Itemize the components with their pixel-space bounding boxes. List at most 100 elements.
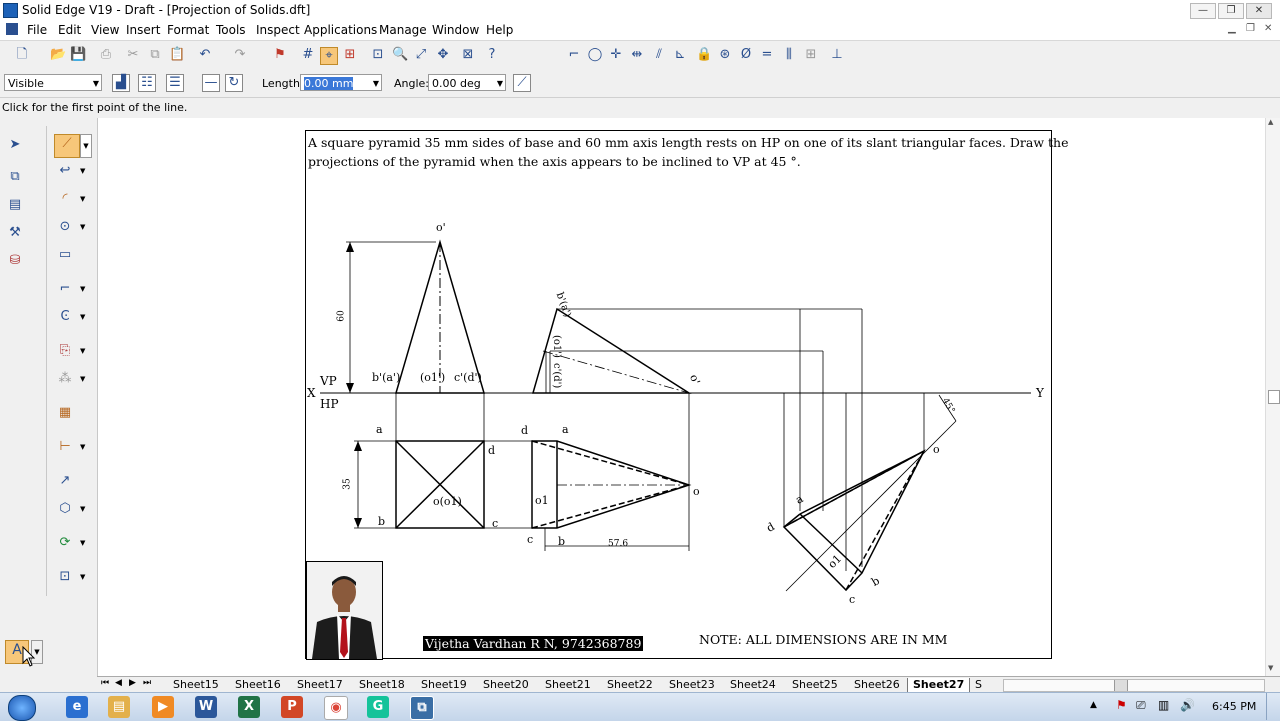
tab-sheet22[interactable]: Sheet22	[607, 678, 653, 692]
collinear-icon[interactable]: ⊞	[803, 47, 819, 63]
circle-tool-icon[interactable]: ⊙	[56, 218, 74, 236]
doc-close-button[interactable]: ✕	[1264, 23, 1272, 34]
scroll-up-icon[interactable]: ▲	[1268, 118, 1273, 126]
last-sheet-icon[interactable]: ⏭	[143, 678, 151, 688]
chevron-down-icon[interactable]: ▼	[80, 573, 85, 581]
chevron-down-icon[interactable]: ▼	[80, 375, 85, 383]
tab-sheet26[interactable]: Sheet26	[854, 678, 900, 692]
zoom-area-icon[interactable]: ⊡	[370, 47, 386, 63]
intellisketch-icon[interactable]: ⊞	[342, 47, 358, 63]
chevron-down-icon[interactable]: ▼	[80, 505, 85, 513]
refresh-tool-icon[interactable]: ⟳	[56, 534, 74, 552]
horizontal-icon[interactable]: ⇹	[629, 47, 645, 63]
tray-device-icon[interactable]: ⎚	[1136, 698, 1146, 713]
tab-sheet18[interactable]: Sheet18	[359, 678, 405, 692]
perpendicular-icon[interactable]: ⊾	[672, 47, 688, 63]
save-icon[interactable]: 💾	[70, 47, 86, 63]
chevron-down-icon[interactable]: ▼	[80, 285, 85, 293]
horizontal-scroll-thumb[interactable]	[1114, 680, 1128, 691]
tray-volume-icon[interactable]: 🔊	[1180, 698, 1195, 712]
menu-manage[interactable]: Manage	[379, 23, 427, 37]
tab-sheet20[interactable]: Sheet20	[483, 678, 529, 692]
connect-icon[interactable]: ⊛	[717, 47, 733, 63]
ie-icon[interactable]: e	[66, 696, 88, 718]
print-icon[interactable]: ⎙	[98, 47, 114, 63]
symmetric-icon[interactable]: ⫼	[781, 47, 797, 63]
tray-flag-icon[interactable]: ⚑	[1116, 698, 1127, 712]
circle-snap-icon[interactable]: ◯	[587, 47, 603, 63]
length-input[interactable]: 0.00 mm ▼	[300, 74, 382, 91]
doc-minimize-button[interactable]: ▁	[1228, 23, 1236, 34]
grammarly-icon[interactable]: G	[367, 696, 389, 718]
show-desktop-button[interactable]	[1266, 693, 1280, 720]
chevron-down-icon[interactable]: ▼	[80, 134, 92, 158]
part-tool-icon[interactable]: ⬡	[56, 500, 74, 518]
layers-icon[interactable]: ▤	[6, 196, 24, 214]
chevron-down-icon[interactable]: ▼	[80, 167, 85, 175]
menu-help[interactable]: Help	[486, 23, 513, 37]
document-icon[interactable]	[6, 23, 18, 35]
scroll-down-icon[interactable]: ▼	[1268, 664, 1273, 672]
help-pointer-icon[interactable]: ?	[484, 47, 500, 63]
line-mode-icon[interactable]: —	[202, 74, 220, 92]
library-icon[interactable]: ⛁	[6, 252, 24, 270]
open-icon[interactable]: 📂	[50, 47, 66, 63]
chevron-down-icon[interactable]: ▼	[80, 539, 85, 547]
menu-file[interactable]: File	[27, 23, 47, 37]
chrome-icon[interactable]: ◉	[324, 696, 348, 720]
chevron-down-icon[interactable]: ▼	[80, 347, 85, 355]
curve-tool-icon[interactable]: ↩	[56, 162, 74, 180]
close-button[interactable]: ✕	[1246, 3, 1272, 19]
horizontal-scrollbar[interactable]	[1003, 679, 1265, 692]
menu-inspect[interactable]: Inspect	[256, 23, 300, 37]
powerpoint-icon[interactable]: P	[281, 696, 303, 718]
scroll-thumb[interactable]	[1268, 390, 1280, 404]
minimize-button[interactable]: —	[1190, 3, 1216, 19]
line-width-icon[interactable]: ☰	[166, 74, 184, 92]
projection-line-icon[interactable]: ⟋	[513, 74, 531, 92]
tangent-icon[interactable]: Ø	[738, 47, 754, 63]
tab-sheet23[interactable]: Sheet23	[669, 678, 715, 692]
paste-icon[interactable]: 📋	[169, 47, 185, 63]
chevron-down-icon[interactable]: ▼	[80, 195, 85, 203]
prev-sheet-icon[interactable]: ◀	[115, 678, 122, 688]
menu-window[interactable]: Window	[432, 23, 479, 37]
excel-icon[interactable]: X	[238, 696, 260, 718]
zoom-sheet-icon[interactable]: ⊠	[460, 47, 476, 63]
vertical-scrollbar[interactable]: ▲ ▼	[1265, 118, 1280, 676]
tab-sheet24[interactable]: Sheet24	[730, 678, 776, 692]
lock-icon[interactable]: 🔒	[696, 47, 712, 63]
cut-icon[interactable]: ✂	[125, 47, 141, 63]
color-icon[interactable]: ▟	[112, 74, 130, 92]
tab-sheet25[interactable]: Sheet25	[792, 678, 838, 692]
start-button[interactable]	[8, 695, 36, 721]
drawing-sheet[interactable]: A square pyramid 35 mm sides of base and…	[305, 130, 1069, 660]
undo-icon[interactable]: ↶	[197, 47, 213, 63]
flag-icon[interactable]: ⚑	[272, 47, 288, 63]
zoom-icon[interactable]: 🔍	[392, 47, 408, 63]
restore-button[interactable]: ❐	[1218, 3, 1244, 19]
tab-sheet17[interactable]: Sheet17	[297, 678, 343, 692]
next-sheet-icon[interactable]: ▶	[129, 678, 136, 688]
doc-restore-button[interactable]: ❐	[1246, 23, 1255, 34]
menu-view[interactable]: View	[91, 23, 119, 37]
chevron-down-icon[interactable]: ▼	[80, 313, 85, 321]
menu-applications[interactable]: Applications	[304, 23, 377, 37]
tab-sheet15[interactable]: Sheet15	[173, 678, 219, 692]
tray-clock[interactable]: 6:45 PM	[1212, 700, 1256, 713]
tray-expand-icon[interactable]: ▲	[1090, 700, 1097, 710]
solid-edge-taskbar-icon[interactable]: ⧉	[410, 696, 434, 720]
explorer-icon[interactable]: ▤	[108, 696, 130, 718]
media-player-icon[interactable]: ▶	[152, 696, 174, 718]
trim-tool-icon[interactable]: ⎘	[56, 342, 74, 360]
tab-sheet19[interactable]: Sheet19	[421, 678, 467, 692]
angle-input[interactable]: 0.00 deg ▼	[428, 74, 506, 91]
menu-tools[interactable]: Tools	[216, 23, 246, 37]
rectangle-tool-icon[interactable]: ▭	[56, 246, 74, 264]
tools-icon[interactable]: ⚒	[6, 224, 24, 242]
grid-icon[interactable]: #	[300, 47, 316, 63]
dimension-icon[interactable]: ⊥	[829, 47, 845, 63]
chevron-down-icon[interactable]: ▼	[80, 443, 85, 451]
equal-icon[interactable]: =	[759, 47, 775, 63]
arc-mode-icon[interactable]: ↻	[225, 74, 243, 92]
